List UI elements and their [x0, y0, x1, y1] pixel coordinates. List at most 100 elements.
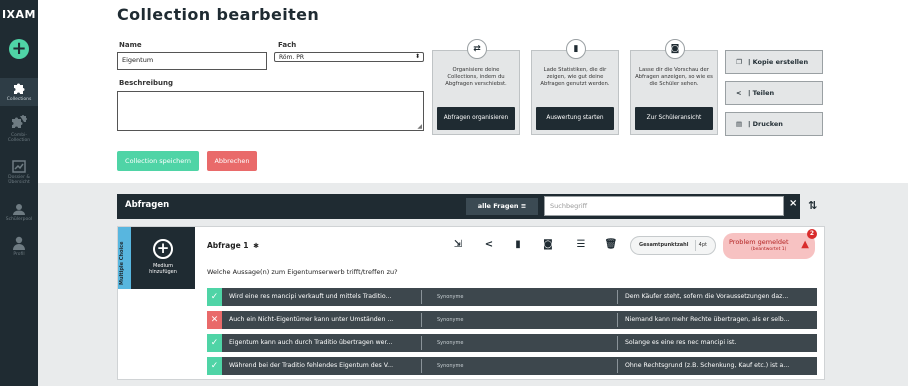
- answer-row[interactable]: ✓ Während bei der Traditio fehlendes Eig…: [207, 357, 817, 375]
- divider: [617, 336, 618, 350]
- share-label: | Teilen: [748, 89, 775, 97]
- name-label: Name: [119, 41, 142, 49]
- divider: [421, 313, 422, 327]
- trash-icon[interactable]: 🗑: [604, 238, 618, 252]
- total-points: Gesamtpunktzahl 4pt: [630, 236, 716, 255]
- sidebar-item-label: Profil: [13, 252, 25, 257]
- preview-card: ◙ Lasse dir die Vorschau der Abfragen an…: [630, 39, 718, 135]
- camera-icon[interactable]: ◙: [541, 238, 555, 252]
- filter-label: alle Fragen: [477, 202, 519, 210]
- users-icon: [13, 204, 25, 215]
- statistics-card: ▮ Lade Statistiken, die dir zeigen, wie …: [531, 39, 619, 135]
- gear-icon[interactable]: ✱: [253, 242, 259, 250]
- questions-toolbar: Abfragen alle Fragen ≡ Suchbegriff ×: [117, 194, 800, 219]
- save-collection-button[interactable]: Collection speichern: [117, 151, 199, 171]
- sort-icon[interactable]: ⇅: [808, 199, 817, 212]
- sidebar-item-combi-collection[interactable]: Combi-Collection: [0, 115, 38, 143]
- stats-icon[interactable]: ▮: [511, 238, 525, 252]
- clear-search-icon[interactable]: ×: [789, 198, 797, 209]
- sidebar-item-collections[interactable]: Collections: [0, 78, 38, 106]
- warning-icon: ▲: [801, 239, 809, 250]
- points-label: Gesamtpunktzahl: [639, 242, 689, 248]
- sidebar-item-profil[interactable]: Profil: [0, 236, 38, 257]
- chevron-updown-icon: ⬍: [414, 53, 420, 60]
- preview-description: Lasse dir die Vorschau der Abfragen anze…: [635, 67, 713, 87]
- list-icon[interactable]: ☰: [574, 238, 588, 252]
- answer-text: Auch ein Nicht-Eigentümer kann unter Ums…: [229, 316, 394, 323]
- plus-icon: +: [153, 239, 173, 259]
- chart-icon: [12, 160, 26, 173]
- answer-explanation: Niemand kann mehr Rechte übertragen, als…: [625, 316, 790, 323]
- sidebar-item-label: Combi-Collection: [7, 133, 31, 143]
- cancel-button[interactable]: Abbrechen: [207, 151, 257, 171]
- problem-count-badge: 2: [807, 229, 817, 239]
- move-question-icon[interactable]: ⇲: [451, 238, 465, 252]
- divider: [421, 336, 422, 350]
- divider: [617, 290, 618, 304]
- answer-synonyms: Synonyme: [437, 294, 464, 300]
- answer-row[interactable]: ✕ Auch ein Nicht-Eigentümer kann unter U…: [207, 311, 817, 329]
- description-label: Beschreibung: [119, 79, 173, 87]
- organize-card: ⇄ Organisiere deine Collections, indem d…: [432, 39, 520, 135]
- questions-title: Abfragen: [125, 200, 170, 210]
- correct-check-icon[interactable]: ✓: [207, 357, 222, 375]
- puzzle-icon: [12, 115, 27, 128]
- resize-grip-icon[interactable]: ◢: [417, 123, 422, 130]
- statistics-description: Lade Statistiken, die dir zeigen, wie gu…: [540, 67, 610, 87]
- answer-text: Wird eine res mancipi verkauft und mitte…: [229, 293, 392, 300]
- description-textarea[interactable]: ◢: [117, 91, 424, 131]
- answer-explanation: Solange es eine res nec mancipi ist.: [625, 339, 737, 346]
- start-evaluation-button[interactable]: Auswertung starten: [536, 107, 614, 130]
- add-media-button[interactable]: + Medium hinzufügen: [131, 227, 195, 289]
- divider: [695, 240, 696, 251]
- question-card: Multiple Choice + Medium hinzufügen Abfr…: [117, 226, 825, 380]
- menu-icon: ≡: [520, 202, 527, 210]
- print-button[interactable]: ▤ | Drucken: [725, 112, 823, 136]
- search-input[interactable]: Suchbegriff: [544, 196, 784, 216]
- subject-select[interactable]: Röm. PR ⬍: [274, 52, 424, 62]
- camera-icon: ◙: [665, 39, 685, 59]
- user-icon: [13, 236, 25, 250]
- subject-value: Röm. PR: [279, 54, 305, 61]
- sidebar-item-label: Dossier & Übersicht: [8, 175, 30, 185]
- sidebar-item-schuelerpool[interactable]: Schülerpool: [0, 203, 38, 222]
- move-icon: ⇄: [467, 39, 487, 59]
- incorrect-x-icon[interactable]: ✕: [207, 311, 222, 329]
- points-value: 4pt: [698, 242, 707, 248]
- add-collection-button[interactable]: +: [9, 39, 29, 59]
- divider: [421, 290, 422, 304]
- copy-label: | Kopie erstellen: [748, 58, 809, 66]
- correct-check-icon[interactable]: ✓: [207, 334, 222, 352]
- divider: [421, 359, 422, 373]
- copy-icon: ❐: [736, 58, 742, 66]
- answer-row[interactable]: ✓ Wird eine res mancipi verkauft und mit…: [207, 288, 817, 306]
- share-icon: <: [736, 89, 742, 97]
- answer-text: Während bei der Traditio fehlendes Eigen…: [229, 362, 394, 369]
- print-label: | Drucken: [748, 120, 783, 128]
- share-button[interactable]: < | Teilen: [725, 81, 823, 105]
- question-name-text: Abfrage 1: [207, 241, 249, 250]
- question-type-strip: Multiple Choice: [118, 227, 131, 289]
- organize-questions-button[interactable]: Abfragen organisieren: [437, 107, 515, 130]
- answer-synonyms: Synonyme: [437, 317, 464, 323]
- answer-row[interactable]: ✓ Eigentum kann auch durch Traditio über…: [207, 334, 817, 352]
- student-view-button[interactable]: Zur Schüleransicht: [635, 107, 713, 130]
- stats-icon: ▮: [566, 39, 586, 59]
- filter-dropdown[interactable]: alle Fragen ≡: [466, 198, 538, 215]
- problem-reported-button[interactable]: Problem gemeldet (beantwortet 1) ▲ 2: [723, 229, 817, 259]
- name-input[interactable]: Eigentum: [117, 52, 267, 70]
- sidebar: IXAM + Collections Combi-Collection Doss…: [0, 0, 38, 386]
- correct-check-icon[interactable]: ✓: [207, 288, 222, 306]
- copy-button[interactable]: ❐ | Kopie erstellen: [725, 50, 823, 74]
- app-logo: IXAM: [1, 8, 37, 21]
- print-icon: ▤: [736, 120, 743, 128]
- sidebar-item-dossier[interactable]: Dossier & Übersicht: [0, 160, 38, 185]
- question-text: Welche Aussage(n) zum Eigentumserwerb tr…: [207, 268, 398, 276]
- subject-label: Fach: [278, 41, 297, 49]
- share-icon[interactable]: <: [482, 238, 496, 252]
- puzzle-icon: [14, 83, 25, 94]
- answer-synonyms: Synonyme: [437, 340, 464, 346]
- answer-synonyms: Synonyme: [437, 363, 464, 369]
- page-title: Collection bearbeiten: [117, 5, 320, 24]
- sidebar-item-label: Collections: [6, 97, 32, 102]
